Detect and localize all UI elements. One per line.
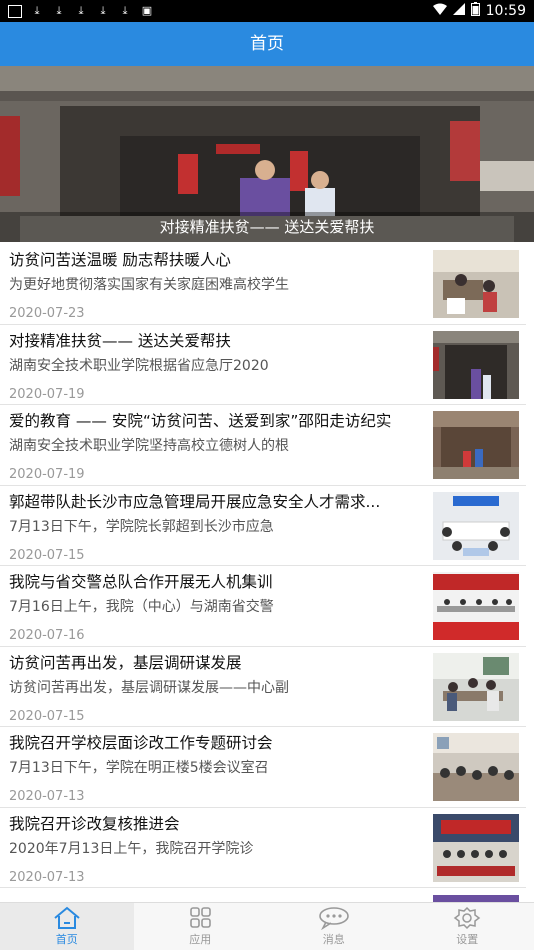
download-icon: ⤓: [122, 4, 128, 17]
banner-carousel[interactable]: 对接精准扶贫—— 送达关爱帮扶: [0, 66, 534, 242]
status-bar: ⤓ ⤓ ⤓ ⤓ ⤓ ▣ 10:59: [0, 0, 534, 22]
bottom-tab-bar: 首页 应用 消息 设置: [0, 902, 534, 950]
notification-icon: [8, 4, 22, 18]
gear-icon: [454, 906, 481, 930]
news-item[interactable]: 我院召开诊改复核推进会 2020年7月13日上午，我院召开学院诊 2020-07…: [0, 808, 526, 888]
news-summary: 7月16日上午，我院（中心）与湖南省交警: [9, 599, 274, 615]
news-date: 2020-07-23: [9, 306, 85, 321]
news-title: 对接精准扶贫—— 送达关爱帮扶: [9, 331, 231, 350]
news-title: 爱的教育 —— 安院“访贫问苦、送爱到家”邵阳走访纪实: [9, 412, 392, 430]
news-title: 我院召开诊改复核推进会: [9, 814, 180, 833]
apps-grid-icon: [190, 907, 212, 928]
news-thumbnail: [433, 330, 519, 399]
news-title: 我院与省交警总队合作开展无人机集训: [9, 573, 273, 591]
news-date: 2020-07-19: [9, 386, 85, 402]
news-thumbnail: [433, 652, 519, 721]
news-summary: 湖南安全技术职业学院坚持高校立德树人的根: [9, 438, 289, 454]
news-date: 2020-07-15: [9, 708, 85, 724]
news-summary: 湖南安全技术职业学院根据省应急厅2020: [9, 357, 269, 374]
news-item-partial[interactable]: [0, 888, 526, 902]
news-thumbnail: [433, 894, 519, 902]
message-icon: [318, 907, 349, 930]
home-icon: [54, 906, 80, 929]
news-item[interactable]: 郭超带队赴长沙市应急管理局开展应急安全人才需求... 7月13日下午，学院院长郭…: [0, 486, 526, 566]
news-thumbnail: [433, 250, 519, 318]
tab-settings[interactable]: 设置: [401, 903, 534, 950]
news-summary: 2020年7月13日上午，我院召开学院诊: [9, 840, 254, 857]
download-icon: ⤓: [56, 4, 62, 17]
news-item[interactable]: 对接精准扶贫—— 送达关爱帮扶 湖南安全技术职业学院根据省应急厅2020 202…: [0, 325, 526, 405]
news-thumbnail: [433, 813, 519, 882]
news-date: 2020-07-16: [9, 628, 85, 643]
news-item[interactable]: 我院召开学校层面诊改工作专题研讨会 7月13日下午，学院在明正楼5楼会议室召 2…: [0, 727, 526, 808]
page-title: 首页: [0, 22, 534, 66]
news-item[interactable]: 访贫问苦再出发，基层调研谋发展 访贫问苦再出发，基层调研谋发展——中心副 202…: [0, 647, 526, 727]
news-thumbnail: [433, 411, 519, 479]
news-date: 2020-07-13: [9, 869, 85, 885]
news-summary: 7月13日下午，学院院长郭超到长沙市应急: [9, 518, 274, 535]
news-summary: 7月13日下午，学院在明正楼5楼会议室召: [9, 760, 269, 776]
news-date: 2020-07-15: [9, 547, 85, 563]
status-time: 10:59: [485, 3, 526, 19]
tab-apps[interactable]: 应用: [134, 903, 268, 950]
news-date: 2020-07-13: [9, 789, 85, 804]
news-item[interactable]: 我院与省交警总队合作开展无人机集训 7月16日上午，我院（中心）与湖南省交警 2…: [0, 566, 526, 647]
news-title: 我院召开学校层面诊改工作专题研讨会: [9, 734, 273, 752]
news-summary: 为更好地贯彻落实国家有关家庭困难高校学生: [9, 277, 289, 293]
news-thumbnail: [433, 572, 519, 640]
wifi-icon: [432, 3, 447, 19]
news-thumbnail: [433, 733, 519, 801]
tab-messages[interactable]: 消息: [267, 903, 401, 950]
tab-home[interactable]: 首页: [0, 903, 134, 950]
tab-label: 消息: [322, 933, 345, 946]
tab-label: 设置: [456, 933, 479, 946]
tab-label: 应用: [189, 933, 212, 946]
banner-caption: 对接精准扶贫—— 送达关爱帮扶: [0, 212, 534, 242]
download-icon: ⤓: [34, 4, 40, 17]
news-summary: 访贫问苦再出发，基层调研谋发展——中心副: [9, 679, 289, 696]
news-title: 访贫问苦送温暖 励志帮扶暖人心: [9, 251, 231, 269]
news-date: 2020-07-19: [9, 467, 85, 482]
news-item[interactable]: 访贫问苦送温暖 励志帮扶暖人心 为更好地贯彻落实国家有关家庭困难高校学生 202…: [0, 244, 526, 325]
tab-label: 首页: [55, 933, 78, 946]
download-icon: ⤓: [100, 4, 106, 17]
app-notification-icon: ▣: [141, 4, 153, 17]
signal-icon: [452, 3, 465, 19]
download-icon: ⤓: [78, 4, 84, 17]
news-list[interactable]: 访贫问苦送温暖 励志帮扶暖人心 为更好地贯彻落实国家有关家庭困难高校学生 202…: [0, 244, 534, 902]
news-item[interactable]: 爱的教育 —— 安院“访贫问苦、送爱到家”邵阳走访纪实 湖南安全技术职业学院坚持…: [0, 405, 526, 486]
news-title: 郭超带队赴长沙市应急管理局开展应急安全人才需求...: [9, 492, 381, 511]
news-thumbnail: [433, 491, 519, 560]
news-title: 访贫问苦再出发，基层调研谋发展: [9, 653, 242, 672]
battery-icon: [470, 2, 480, 20]
